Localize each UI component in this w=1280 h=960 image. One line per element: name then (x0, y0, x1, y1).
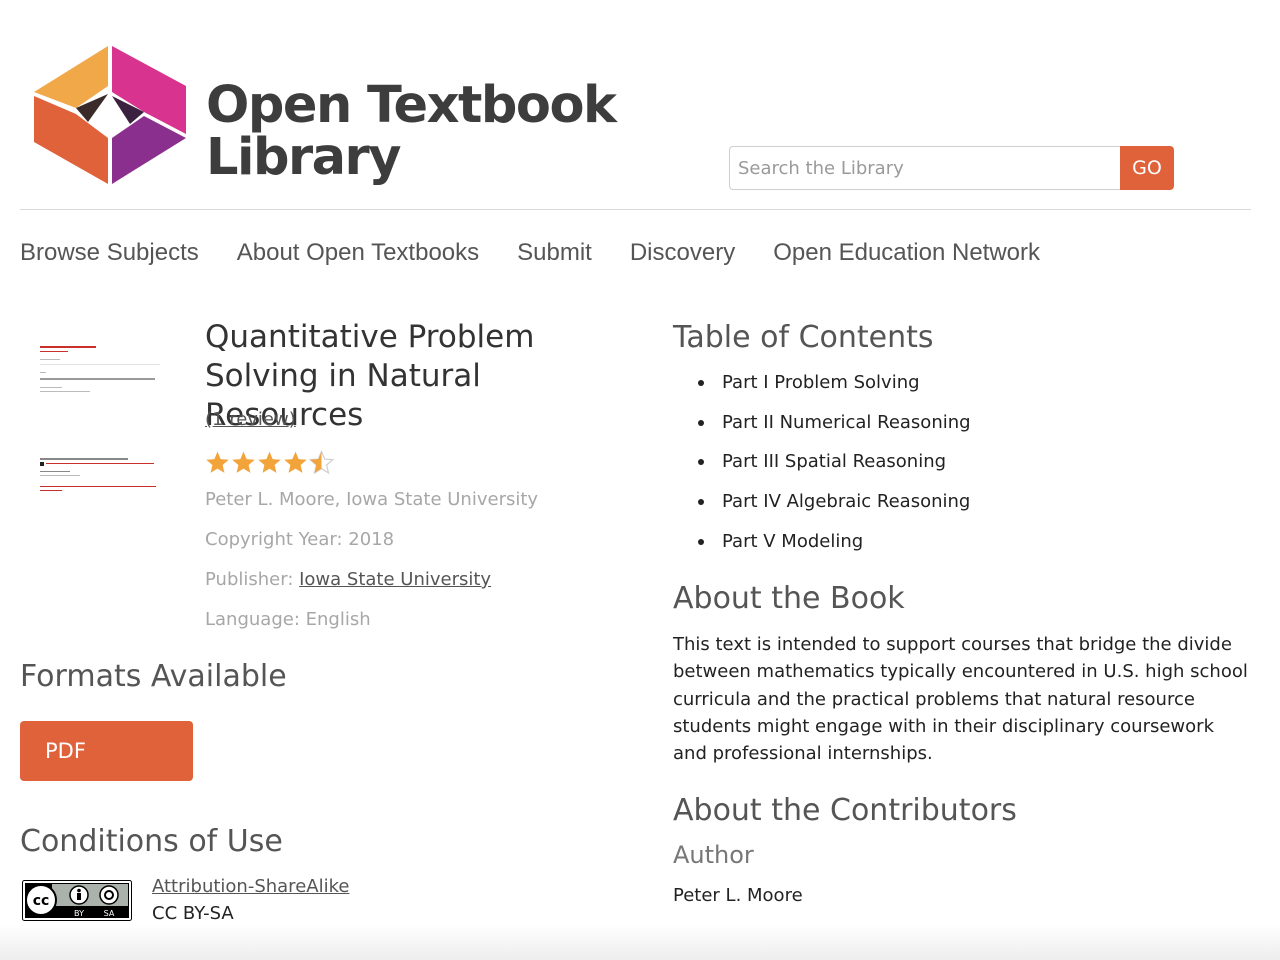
cc-icon: cc (33, 893, 50, 909)
toc-item: Part III Spatial Reasoning (698, 448, 971, 488)
logo-line-2: Library (206, 128, 401, 187)
book-copyright: Copyright Year: 2018 (205, 529, 395, 550)
contributor-name: Peter L. Moore (673, 885, 803, 906)
star-full-icon (206, 451, 229, 473)
review-count-link[interactable]: (1 review) (205, 409, 296, 430)
star-half-icon (309, 450, 334, 475)
publisher-link[interactable]: Iowa State University (299, 569, 491, 590)
star-rating (205, 450, 335, 475)
logo-line-1: Open Textbook (206, 76, 617, 135)
logo-wordmark[interactable]: Open Textbook Library (206, 76, 617, 187)
nav-discovery[interactable]: Discovery (630, 236, 735, 272)
by-attribution-icon (77, 888, 81, 893)
search-input[interactable] (729, 146, 1120, 190)
toc-item: Part IV Algebraic Reasoning (698, 488, 971, 528)
book-publisher: Publisher: Iowa State University (205, 569, 491, 590)
star-full-icon (258, 451, 281, 473)
book-cover-thumbnail[interactable] (38, 340, 160, 500)
about-book-description: This text is intended to support courses… (673, 634, 1248, 765)
toc-list: Part I Problem Solving Part II Numerical… (698, 369, 971, 567)
star-full-icon (232, 451, 255, 473)
book-author: Peter L. Moore, Iowa State University (205, 489, 539, 510)
license-code: CC BY-SA (152, 903, 234, 924)
contributors-heading: About the Contributors (673, 793, 1017, 828)
nav-browse-subjects[interactable]: Browse Subjects (20, 236, 199, 272)
nav-submit[interactable]: Submit (517, 236, 592, 272)
license-name-link[interactable]: Attribution-ShareAlike (152, 876, 349, 897)
about-book-heading: About the Book (673, 581, 905, 616)
author-subheading: Author (673, 841, 754, 869)
book-language: Language: English (205, 609, 371, 630)
toc-item: Part V Modeling (698, 528, 971, 568)
nav-about-open-textbooks[interactable]: About Open Textbooks (237, 236, 479, 272)
badge-sa-label: SA (104, 909, 115, 918)
star-full-icon (284, 451, 307, 473)
header-divider (20, 209, 1251, 210)
cc-by-sa-license-badge[interactable]: cc BY SA (22, 880, 132, 921)
toc-heading: Table of Contents (673, 320, 934, 355)
search-bar: GO (729, 146, 1174, 190)
sa-share-alike-icon (99, 885, 119, 905)
toc-item: Part I Problem Solving (698, 369, 971, 409)
publisher-label: Publisher: (205, 569, 300, 590)
formats-heading: Formats Available (20, 659, 287, 694)
page-bottom-shadow (0, 925, 1280, 960)
open-textbook-library-logo[interactable] (30, 42, 190, 188)
toc-item: Part II Numerical Reasoning (698, 409, 971, 449)
conditions-heading: Conditions of Use (20, 824, 283, 859)
pdf-download-button[interactable]: PDF (20, 721, 193, 781)
search-go-button[interactable]: GO (1120, 146, 1174, 190)
main-nav: Browse Subjects About Open Textbooks Sub… (20, 236, 1078, 272)
badge-by-label: BY (74, 909, 84, 918)
nav-open-education-network[interactable]: Open Education Network (773, 236, 1040, 272)
